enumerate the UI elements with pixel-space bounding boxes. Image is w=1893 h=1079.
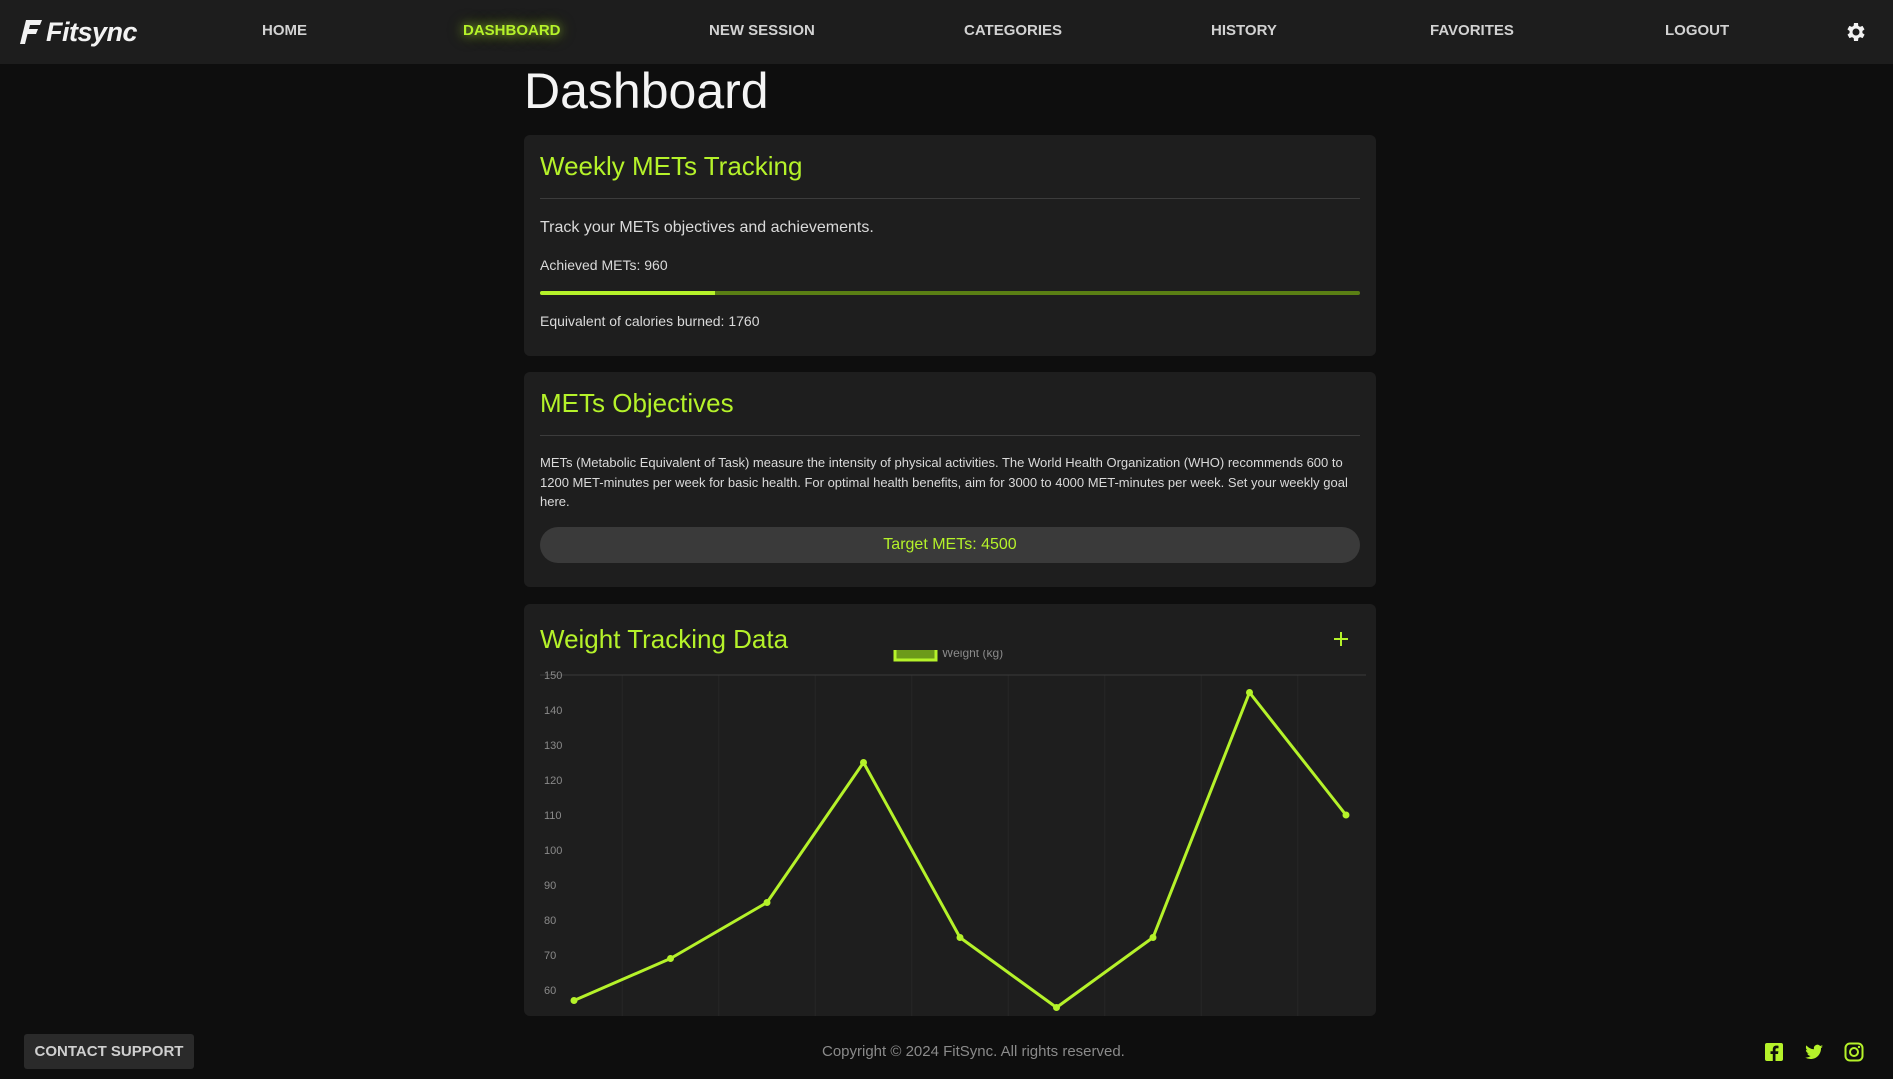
mets-progress-bar xyxy=(540,291,1360,295)
weight-data-point xyxy=(1342,811,1350,819)
gear-icon[interactable] xyxy=(1843,20,1867,44)
facebook-icon[interactable] xyxy=(1764,1042,1784,1062)
y-tick-label: 90 xyxy=(544,880,556,892)
y-tick-label: 140 xyxy=(544,705,562,717)
weight-data-point xyxy=(667,955,674,962)
brand-name: Fitsync xyxy=(46,16,138,47)
mets-objectives-title: METs Objectives xyxy=(540,388,734,418)
weight-data-point xyxy=(1053,1004,1060,1011)
contact-support-button[interactable]: CONTACT SUPPORT xyxy=(24,1034,194,1069)
nav-logout[interactable]: LOGOUT xyxy=(1665,22,1729,39)
nav-new-session[interactable]: NEW SESSION xyxy=(709,22,815,39)
weight-line-chart: 1501401301201101009080706050Weight (kg) xyxy=(540,650,1366,1016)
objectives-divider xyxy=(540,435,1360,436)
y-tick-label: 70 xyxy=(544,950,556,962)
calories-burned: Equivalent of calories burned: 1760 xyxy=(540,313,760,329)
y-tick-label: 60 xyxy=(544,985,556,997)
brand-logo[interactable]: Fitsync xyxy=(20,14,138,50)
mets-progress-fill xyxy=(540,291,715,295)
weekly-subtitle: Track your METs objectives and achieveme… xyxy=(540,219,874,236)
page-title: Dashboard xyxy=(524,63,769,119)
y-tick-label: 130 xyxy=(544,740,562,752)
plus-icon[interactable] xyxy=(1330,628,1352,650)
weight-data-point xyxy=(1246,689,1253,696)
weight-data-point xyxy=(1149,934,1157,941)
nav-dashboard[interactable]: DASHBOARD xyxy=(463,22,561,39)
instagram-icon[interactable] xyxy=(1844,1042,1864,1062)
target-mets-button[interactable]: Target METs: 4500 xyxy=(540,527,1360,563)
achieved-mets: Achieved METs: 960 xyxy=(540,257,668,273)
weekly-divider xyxy=(540,198,1360,199)
y-tick-label: 80 xyxy=(544,915,556,927)
nav-home[interactable]: HOME xyxy=(262,22,307,39)
twitter-icon[interactable] xyxy=(1804,1042,1824,1062)
mets-description: METs (Metabolic Equivalent of Task) meas… xyxy=(540,455,1348,509)
fitsync-logo-icon xyxy=(20,20,42,44)
nav-favorites[interactable]: FAVORITES xyxy=(1430,22,1514,39)
weight-data-point xyxy=(956,934,964,941)
nav-history[interactable]: HISTORY xyxy=(1211,22,1277,39)
y-tick-label: 100 xyxy=(544,845,562,857)
legend-swatch xyxy=(893,650,938,662)
legend-label: Weight (kg) xyxy=(942,650,1003,660)
y-tick-label: 150 xyxy=(544,670,562,682)
y-tick-label: 110 xyxy=(544,810,562,822)
weight-data-point xyxy=(763,899,771,906)
weekly-mets-card: Weekly METs Tracking Track your METs obj… xyxy=(524,135,1376,356)
weekly-mets-title: Weekly METs Tracking xyxy=(540,151,803,181)
mets-objectives-card: METs Objectives METs (Metabolic Equivale… xyxy=(524,372,1376,587)
weight-data-point xyxy=(570,997,578,1004)
nav-categories[interactable]: CATEGORIES xyxy=(964,22,1062,39)
y-tick-label: 120 xyxy=(544,775,562,787)
copyright-text: Copyright © 2024 FitSync. All rights res… xyxy=(822,1043,1125,1060)
weight-series-line xyxy=(573,691,1348,1009)
weight-data-point xyxy=(860,759,867,766)
